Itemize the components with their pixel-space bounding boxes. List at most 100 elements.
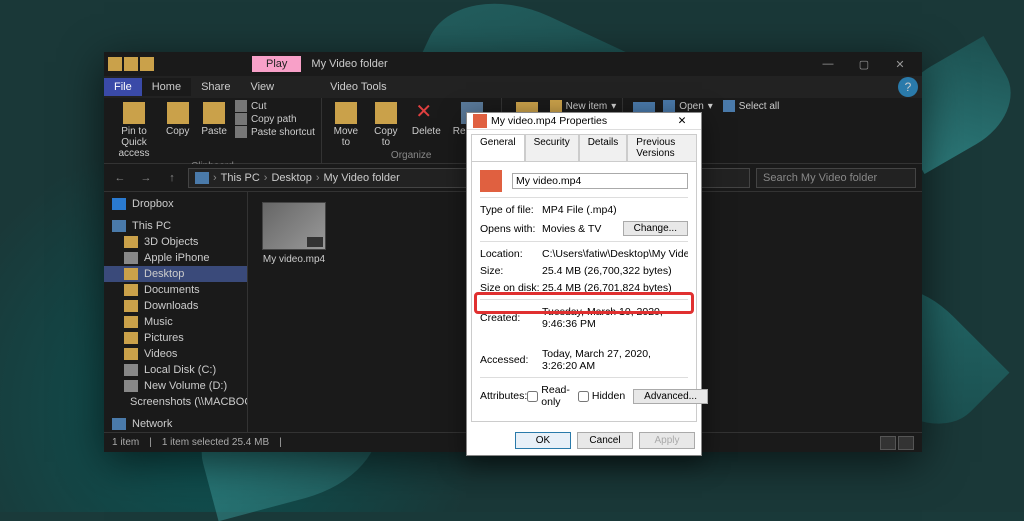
file-icon: [480, 170, 502, 192]
dialog-footer: OK Cancel Apply: [467, 426, 701, 455]
hidden-checkbox[interactable]: Hidden: [578, 390, 625, 402]
contextual-tab-play[interactable]: Play: [252, 56, 301, 72]
nav-back-button[interactable]: ←: [110, 172, 130, 184]
pin-quick-access-button[interactable]: Pin to Quick access: [110, 100, 158, 161]
sidebar-item-label: New Volume (D:): [144, 380, 227, 392]
cancel-button[interactable]: Cancel: [577, 432, 633, 449]
move-to-button[interactable]: Move to: [328, 100, 364, 150]
dialog-tabs: General Security Details Previous Versio…: [467, 130, 701, 161]
explorer-titlebar[interactable]: Play My Video folder — ▢ ✕: [104, 52, 922, 76]
sidebar-item[interactable]: This PC: [104, 218, 247, 234]
sidebar-item[interactable]: Desktop: [104, 266, 247, 282]
dialog-title: My video.mp4 Properties: [491, 115, 607, 127]
folder-icon: [124, 332, 138, 344]
copy-path-button[interactable]: Copy path: [235, 113, 315, 125]
new-item-button[interactable]: New item ▾: [550, 100, 617, 112]
copy-to-icon: [375, 102, 397, 124]
delete-icon: ✕: [415, 102, 437, 124]
quick-access-icons: [108, 57, 154, 71]
file-type-icon: [473, 114, 487, 128]
sidebar-item-label: Dropbox: [132, 198, 174, 210]
apply-button[interactable]: Apply: [639, 432, 695, 449]
filename-input[interactable]: [512, 173, 688, 189]
item-count: 1 item: [112, 437, 139, 448]
tab-security[interactable]: Security: [525, 134, 579, 161]
view-large-button[interactable]: [898, 436, 914, 450]
sidebar-item[interactable]: Videos: [104, 346, 247, 362]
tab-home[interactable]: Home: [142, 78, 191, 96]
open-button[interactable]: Open ▾: [663, 100, 713, 112]
cut-button[interactable]: Cut: [235, 100, 315, 112]
readonly-checkbox[interactable]: Read-only: [527, 384, 570, 408]
tab-general[interactable]: General: [471, 134, 525, 161]
value-type: MP4 File (.mp4): [542, 204, 688, 216]
paste-shortcut-button[interactable]: Paste shortcut: [235, 126, 315, 138]
label-attributes: Attributes:: [480, 390, 527, 402]
change-button[interactable]: Change...: [623, 221, 688, 236]
selection-info: 1 item selected 25.4 MB: [162, 437, 269, 448]
help-icon[interactable]: ?: [898, 77, 918, 97]
folder-icon: [124, 284, 138, 296]
maximize-button[interactable]: ▢: [846, 52, 882, 76]
delete-button[interactable]: ✕Delete: [408, 100, 445, 139]
select-all-button[interactable]: Select all: [723, 100, 780, 112]
tab-previous-versions[interactable]: Previous Versions: [627, 134, 697, 161]
sidebar-item[interactable]: Screenshots (\\MACBOOK...: [104, 394, 247, 410]
sidebar-item[interactable]: Music: [104, 314, 247, 330]
sidebar-item[interactable]: Local Disk (C:): [104, 362, 247, 378]
dialog-titlebar[interactable]: My video.mp4 Properties ✕: [467, 113, 701, 130]
ribbon-tabs: File Home Share View Video Tools ?: [104, 76, 922, 98]
tab-video-tools[interactable]: Video Tools: [320, 78, 396, 96]
paste-icon: [203, 102, 225, 124]
paste-button[interactable]: Paste: [197, 100, 231, 139]
sidebar-item[interactable]: Network: [104, 416, 247, 432]
sidebar-item-label: 3D Objects: [144, 236, 198, 248]
search-input[interactable]: Search My Video folder: [756, 168, 916, 188]
close-button[interactable]: ✕: [882, 52, 918, 76]
label-opens-with: Opens with:: [480, 223, 542, 235]
properties-dialog: My video.mp4 Properties ✕ General Securi…: [466, 112, 702, 456]
label-accessed: Accessed:: [480, 354, 542, 366]
tab-file[interactable]: File: [104, 78, 142, 96]
breadcrumb-seg[interactable]: This PC: [221, 172, 260, 184]
sidebar-item[interactable]: Pictures: [104, 330, 247, 346]
copy-icon: [167, 102, 189, 124]
move-icon: [335, 102, 357, 124]
dialog-close-button[interactable]: ✕: [669, 115, 695, 127]
sidebar-item-label: Network: [132, 418, 172, 430]
folder-icon: [124, 348, 138, 360]
breadcrumb-seg[interactable]: Desktop: [271, 172, 311, 184]
file-item[interactable]: My video.mp4: [258, 202, 330, 265]
advanced-button[interactable]: Advanced...: [633, 389, 708, 404]
cut-icon: [235, 100, 247, 112]
copy-button[interactable]: Copy: [162, 100, 193, 139]
nav-up-button[interactable]: ↑: [162, 172, 182, 184]
minimize-button[interactable]: —: [810, 52, 846, 76]
sidebar-item-label: Music: [144, 316, 173, 328]
breadcrumb-seg[interactable]: My Video folder: [324, 172, 400, 184]
sidebar-item[interactable]: Documents: [104, 282, 247, 298]
sidebar-item-label: Apple iPhone: [144, 252, 209, 264]
label-size: Size:: [480, 265, 542, 277]
window-title: My Video folder: [311, 58, 387, 70]
sidebar-item[interactable]: New Volume (D:): [104, 378, 247, 394]
sidebar-item-label: Pictures: [144, 332, 184, 344]
tab-details[interactable]: Details: [579, 134, 628, 161]
sidebar-item[interactable]: Dropbox: [104, 196, 247, 212]
sidebar-item-label: Downloads: [144, 300, 198, 312]
sidebar-item[interactable]: Downloads: [104, 298, 247, 314]
value-opens-with: Movies & TV: [542, 223, 601, 235]
sidebar-item-label: Videos: [144, 348, 177, 360]
sidebar-item[interactable]: 3D Objects: [104, 234, 247, 250]
nav-forward-button[interactable]: →: [136, 172, 156, 184]
tab-share[interactable]: Share: [191, 78, 240, 96]
tab-view[interactable]: View: [240, 78, 284, 96]
sidebar-item[interactable]: Apple iPhone: [104, 250, 247, 266]
view-details-button[interactable]: [880, 436, 896, 450]
paste-shortcut-icon: [235, 126, 247, 138]
folder-icon: [124, 316, 138, 328]
value-size: 25.4 MB (26,700,322 bytes): [542, 265, 688, 277]
ok-button[interactable]: OK: [515, 432, 571, 449]
folder-icon: [124, 236, 138, 248]
copy-to-button[interactable]: Copy to: [368, 100, 404, 150]
